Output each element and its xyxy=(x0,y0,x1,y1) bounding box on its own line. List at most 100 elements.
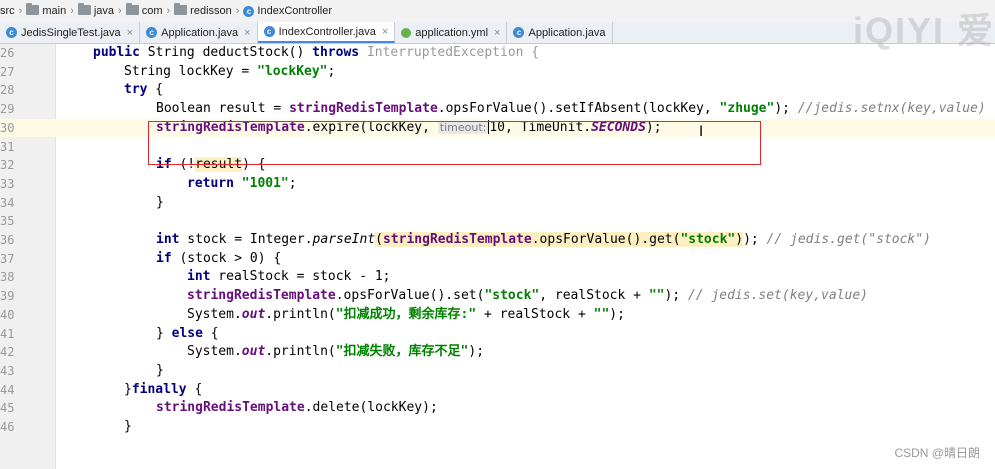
code-line[interactable]: 38 int realStock = stock - 1; xyxy=(0,268,995,287)
line-code: stringRedisTemplate.delete(lockKey); xyxy=(156,400,438,416)
folder-icon xyxy=(26,3,40,15)
line-code: } else { xyxy=(156,325,219,341)
code-line[interactable]: 27 String lockKey = "lockKey"; xyxy=(0,63,995,82)
code-line[interactable]: 33 return "1001"; xyxy=(0,175,995,194)
class-icon: c xyxy=(146,27,158,38)
line-number: 34 xyxy=(0,195,15,210)
folder-icon xyxy=(174,3,188,15)
line-number: 29 xyxy=(0,102,15,117)
line-number: 41 xyxy=(0,326,15,341)
line-number: 45 xyxy=(0,401,15,416)
class-icon: c xyxy=(263,26,275,37)
line-number: 26 xyxy=(0,46,15,60)
code-line[interactable]: 29 Boolean result = stringRedisTemplate.… xyxy=(0,100,995,119)
breadcrumb-label: src xyxy=(0,5,15,17)
breadcrumb: src › main › java › com › redisson › c In… xyxy=(0,0,995,23)
line-number: 44 xyxy=(0,382,15,397)
line-number: 39 xyxy=(0,289,15,304)
line-number: 40 xyxy=(0,307,15,322)
tab-application-java[interactable]: c Application.java × xyxy=(140,22,258,43)
breadcrumb-item-redisson[interactable]: redisson xyxy=(174,3,232,17)
line-code: public String deductStock() throws Inter… xyxy=(93,45,540,60)
line-code: }finally { xyxy=(124,381,203,397)
code-line[interactable]: 42 System.out.println("扣减失败，库存不足"); xyxy=(0,343,995,362)
breadcrumb-item-indexcontroller[interactable]: c IndexController xyxy=(243,5,332,17)
line-number: 30 xyxy=(0,120,15,135)
breadcrumb-item-main[interactable]: main xyxy=(26,3,67,17)
tab-label: Application.java xyxy=(528,26,606,39)
code-line[interactable]: 41 } else { xyxy=(0,325,995,344)
breadcrumb-label: main xyxy=(42,5,67,17)
breadcrumb-separator-icon: › xyxy=(18,5,23,17)
code-line[interactable]: 39 stringRedisTemplate.opsForValue().set… xyxy=(0,287,995,306)
breadcrumb-item-com[interactable]: com xyxy=(125,3,163,17)
line-code: } xyxy=(124,419,132,434)
line-code: int realStock = stock - 1; xyxy=(187,269,391,285)
close-icon[interactable]: × xyxy=(382,26,388,38)
code-line[interactable]: 26 public String deductStock() throws In… xyxy=(0,44,995,63)
breadcrumb-item-java[interactable]: java xyxy=(77,3,115,17)
iqiyi-watermark-logo: iQIYI 爱 xyxy=(852,10,995,51)
line-number: 36 xyxy=(0,233,15,247)
tab-label: IndexController.java xyxy=(278,25,376,38)
line-number: 43 xyxy=(0,363,15,378)
line-code: stringRedisTemplate.opsForValue().set("s… xyxy=(187,288,868,304)
close-icon[interactable]: × xyxy=(127,27,133,39)
line-number: 37 xyxy=(0,251,15,266)
breadcrumb-separator-icon: › xyxy=(235,5,240,17)
yml-icon xyxy=(401,27,412,38)
tab-label: application.yml xyxy=(415,26,489,39)
code-line[interactable]: 43 } xyxy=(0,362,995,381)
code-line[interactable]: 35 xyxy=(0,212,995,231)
line-number: 28 xyxy=(0,83,15,98)
tab-application-java-2[interactable]: c Application.java xyxy=(507,22,613,43)
code-editor[interactable]: 26 public String deductStock() throws In… xyxy=(0,44,995,469)
close-icon[interactable]: × xyxy=(494,27,500,39)
line-number: 46 xyxy=(0,420,15,434)
code-line[interactable]: 37 if (stock > 0) { xyxy=(0,250,995,269)
line-code: return "1001"; xyxy=(187,175,297,191)
code-line[interactable]: 28 try { xyxy=(0,81,995,100)
folder-icon xyxy=(125,3,139,15)
line-code: System.out.println("扣减成功，剩余库存:" + realSt… xyxy=(187,306,625,322)
tab-jedissingletest[interactable]: c JedisSingleTest.java × xyxy=(0,22,141,43)
line-number: 33 xyxy=(0,176,15,191)
class-icon: c xyxy=(6,27,17,38)
code-line[interactable]: 44 }finally { xyxy=(0,381,995,400)
line-code: Boolean result = stringRedisTemplate.ops… xyxy=(156,101,986,117)
line-number: 31 xyxy=(0,139,15,154)
mouse-ibeam-cursor-icon: I xyxy=(699,124,704,140)
folder-icon xyxy=(77,3,91,15)
line-number: 38 xyxy=(0,270,15,285)
csdn-credit: CSDN @晴日朗 xyxy=(894,446,980,460)
line-code: try { xyxy=(124,82,164,98)
tab-indexcontroller[interactable]: c IndexController.java × xyxy=(257,22,396,43)
breadcrumb-label: IndexController xyxy=(257,5,333,17)
breadcrumb-label: java xyxy=(93,5,115,17)
code-line[interactable]: 46 } xyxy=(0,418,995,437)
breadcrumb-separator-icon: › xyxy=(118,5,122,17)
line-code: int stock = Integer.parseInt(stringRedis… xyxy=(156,232,931,247)
line-number: 32 xyxy=(0,158,15,173)
code-line[interactable]: 36 int stock = Integer.parseInt(stringRe… xyxy=(0,231,995,250)
breadcrumb-label: redisson xyxy=(190,5,232,17)
line-number: 42 xyxy=(0,345,15,360)
breadcrumb-separator-icon: › xyxy=(70,5,74,17)
code-line[interactable]: 34 } xyxy=(0,194,995,213)
breadcrumb-separator-icon: › xyxy=(166,5,171,17)
tab-label: JedisSingleTest.java xyxy=(21,26,121,39)
line-code: } xyxy=(156,362,164,378)
code-line[interactable]: 40 System.out.println("扣减成功，剩余库存:" + rea… xyxy=(0,306,995,325)
editor-tab-bar: c JedisSingleTest.java × c Application.j… xyxy=(0,22,995,44)
tab-application-yml[interactable]: application.yml × xyxy=(395,22,508,43)
class-icon: c xyxy=(513,27,525,38)
highlight-annotation-box xyxy=(148,121,761,165)
code-line[interactable]: 45 stringRedisTemplate.delete(lockKey); xyxy=(0,399,995,418)
breadcrumb-item-src[interactable]: src xyxy=(0,5,15,17)
line-code: System.out.println("扣减失败，库存不足"); xyxy=(187,344,485,360)
line-number: 27 xyxy=(0,64,15,79)
line-number: 35 xyxy=(0,214,15,229)
tab-label: Application.java xyxy=(161,26,239,39)
close-icon[interactable]: × xyxy=(244,27,250,39)
line-code: } xyxy=(156,194,164,210)
